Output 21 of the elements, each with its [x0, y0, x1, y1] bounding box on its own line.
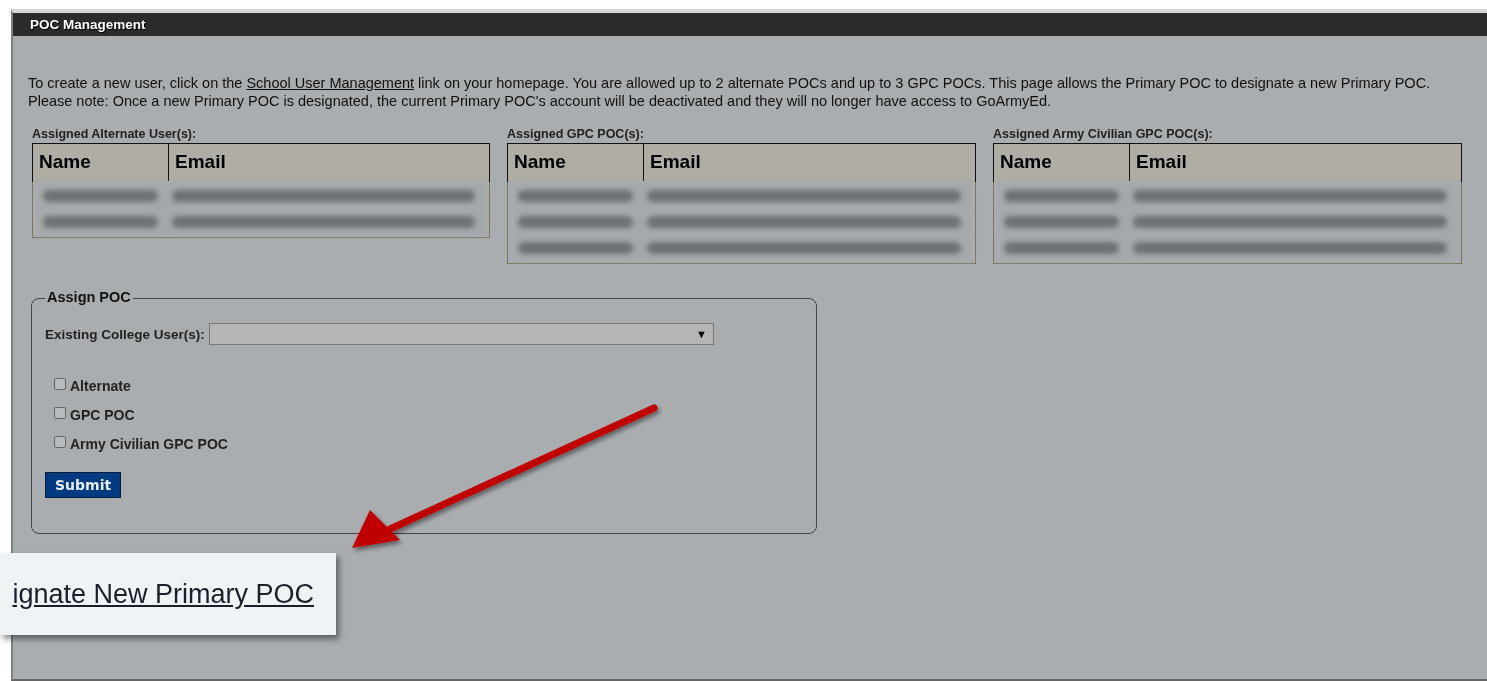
table-label: Assigned Army Civilian GPC POC(s):	[993, 127, 1213, 141]
designate-primary-poc-link[interactable]: ignate New Primary POC	[12, 578, 314, 610]
checkbox[interactable]	[54, 377, 66, 390]
instructions-text: To create a new user, click on the School User Management link on your homepage. You are allowed up to 2 alternate POCs and up to 3 GPC POCs. This page allows the Primary POC to designate a new Primary POC. Please note: Once a new Primary POC is designated, the current Primary POC's account will be deactivated and they will no longer have access to GoArmyEd.	[28, 74, 1432, 110]
checkbox-label: Alternate	[70, 377, 131, 394]
dropdown-arrow: ▼	[695, 328, 707, 340]
table-label: Assigned Alternate User(s):	[32, 127, 197, 141]
school-user-management-link[interactable]: School User Management	[246, 75, 415, 91]
column-header: Name	[513, 150, 567, 174]
column-header: Name	[999, 150, 1053, 174]
checkbox-label: Army Civilian GPC POC	[70, 435, 228, 452]
checkbox-label: GPC POC	[70, 406, 135, 423]
fieldset-legend: Assign POC	[45, 289, 133, 305]
column-header: Name	[38, 150, 92, 174]
table-label: Assigned GPC POC(s):	[507, 127, 644, 141]
field-label: Existing College User(s):	[45, 326, 205, 342]
checkbox[interactable]	[54, 435, 66, 448]
window-title: POC Management	[30, 17, 146, 32]
user-dropdown[interactable]: ▼	[208, 323, 714, 345]
checkbox[interactable]	[54, 406, 66, 419]
submit-button[interactable]: Submit	[45, 472, 122, 498]
